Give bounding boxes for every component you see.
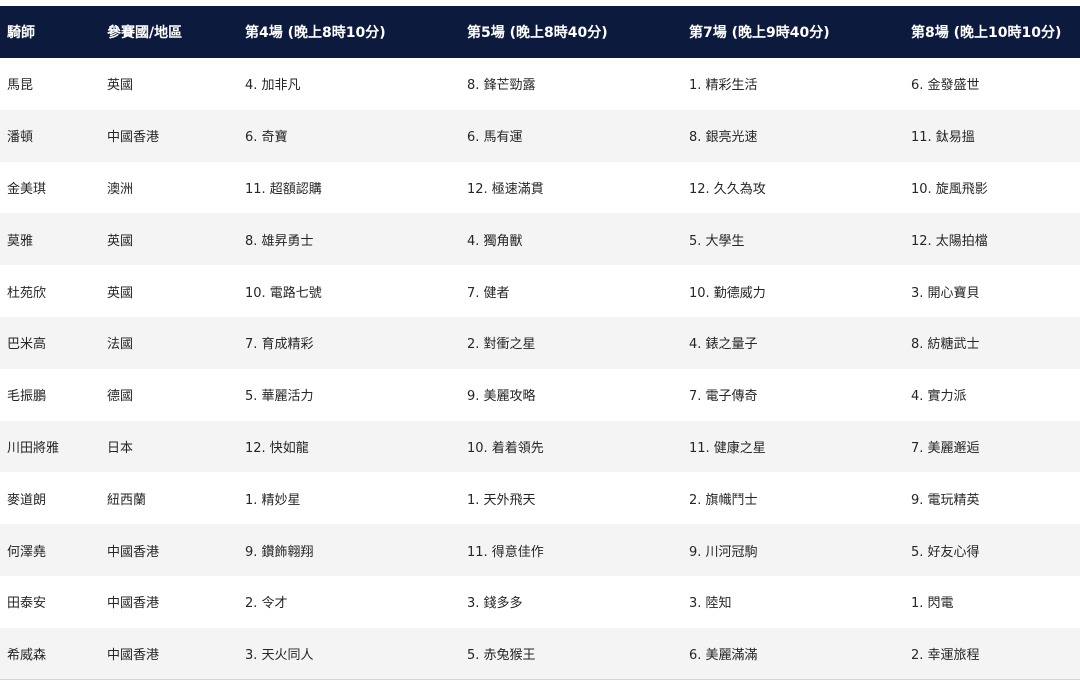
table-row: 川田將雅 日本 12. 快如龍 10. 着着領先 11. 健康之星 7. 美麗邂… <box>0 420 1080 473</box>
cell-race-8: 1. 閃電 <box>911 596 954 612</box>
cell-jockey: 田泰安 <box>7 596 47 612</box>
cell-jockey: 巴米高 <box>7 337 47 353</box>
cell-race-8: 9. 電玩精英 <box>911 492 980 508</box>
header-jockey: 騎師 <box>7 25 35 41</box>
cell-race-8: 4. 實力派 <box>911 389 967 405</box>
cell-race-7: 7. 電子傳奇 <box>689 389 758 405</box>
cell-race-5: 9. 美麗攻略 <box>467 389 536 405</box>
cell-region: 英國 <box>107 78 134 94</box>
cell-race-7: 6. 美麗滿滿 <box>689 648 758 664</box>
cell-race-4: 5. 華麗活力 <box>245 389 314 405</box>
table-header: 騎師 參賽國/地區 第4場 (晚上8時10分) 第5場 (晚上8時40分) 第7… <box>0 6 1080 58</box>
jockey-race-table: 騎師 參賽國/地區 第4場 (晚上8時10分) 第5場 (晚上8時40分) 第7… <box>0 6 1080 680</box>
cell-race-7: 1. 精彩生活 <box>689 78 758 94</box>
cell-race-8: 3. 開心寶貝 <box>911 285 980 301</box>
header-race-7: 第7場 (晚上9時40分) <box>689 25 830 41</box>
table-row: 金美琪 澳洲 11. 超額認購 12. 極速滿貫 12. 久久為攻 10. 旋風… <box>0 161 1080 214</box>
cell-region: 法國 <box>107 337 134 353</box>
cell-race-8: 8. 紡糖武士 <box>911 337 980 353</box>
cell-race-7: 9. 川河冠駒 <box>689 544 758 560</box>
table-bottom-rule <box>0 679 1080 680</box>
table-row: 馬昆 英國 4. 加非凡 8. 鋒芒勁露 1. 精彩生活 6. 金發盛世 <box>0 58 1080 110</box>
cell-region: 中國香港 <box>107 544 160 560</box>
table-row: 麥道朗 紐西蘭 1. 精妙星 1. 天外飛天 2. 旗幟鬥士 9. 電玩精英 <box>0 472 1080 525</box>
header-region: 參賽國/地區 <box>107 25 183 41</box>
cell-region: 英國 <box>107 285 134 301</box>
cell-race-5: 7. 健者 <box>467 285 510 301</box>
cell-jockey: 杜苑欣 <box>7 285 47 301</box>
cell-race-4: 8. 雄昇勇士 <box>245 233 314 249</box>
table-row: 何澤堯 中國香港 9. 鑽飾翱翔 11. 得意佳作 9. 川河冠駒 5. 好友心… <box>0 524 1080 576</box>
jockey-race-table-container: 騎師 參賽國/地區 第4場 (晚上8時10分) 第5場 (晚上8時40分) 第7… <box>0 6 1080 680</box>
cell-jockey: 毛振鵬 <box>7 389 47 405</box>
cell-race-5: 3. 錢多多 <box>467 596 523 612</box>
cell-region: 日本 <box>107 440 134 456</box>
cell-region: 德國 <box>107 389 134 405</box>
cell-race-7: 5. 大學生 <box>689 233 745 249</box>
cell-race-7: 11. 健康之星 <box>689 440 766 456</box>
table-row: 田泰安 中國香港 2. 令才 3. 錢多多 3. 陸知 1. 閃電 <box>0 575 1080 628</box>
cell-region: 中國香港 <box>107 596 160 612</box>
cell-race-4: 9. 鑽飾翱翔 <box>245 544 314 560</box>
cell-region: 英國 <box>107 233 134 249</box>
table-row: 潘頓 中國香港 6. 奇寶 6. 馬有運 8. 銀亮光速 11. 鈦易搵 <box>0 109 1080 162</box>
cell-race-4: 3. 天火同人 <box>245 648 314 664</box>
header-race-5: 第5場 (晚上8時40分) <box>467 25 608 41</box>
cell-region: 澳洲 <box>107 181 134 197</box>
cell-race-7: 10. 勤德威力 <box>689 285 766 301</box>
cell-race-8: 5. 好友心得 <box>911 544 980 560</box>
cell-race-7: 12. 久久為攻 <box>689 181 766 197</box>
cell-race-5: 5. 赤兔猴王 <box>467 648 536 664</box>
table-body: 馬昆 英國 4. 加非凡 8. 鋒芒勁露 1. 精彩生活 6. 金發盛世 潘頓 … <box>0 58 1080 680</box>
table-row: 毛振鵬 德國 5. 華麗活力 9. 美麗攻略 7. 電子傳奇 4. 實力派 <box>0 368 1080 421</box>
cell-race-4: 4. 加非凡 <box>245 78 301 94</box>
cell-jockey: 潘頓 <box>7 130 34 146</box>
table-row: 莫雅 英國 8. 雄昇勇士 4. 獨角獸 5. 大學生 12. 太陽拍檔 <box>0 213 1080 266</box>
cell-jockey: 希威森 <box>7 648 47 664</box>
cell-jockey: 麥道朗 <box>7 492 47 508</box>
cell-race-7: 2. 旗幟鬥士 <box>689 492 758 508</box>
cell-race-4: 12. 快如龍 <box>245 440 309 456</box>
cell-race-4: 1. 精妙星 <box>245 492 301 508</box>
cell-race-8: 6. 金發盛世 <box>911 78 980 94</box>
cell-race-8: 7. 美麗邂逅 <box>911 440 980 456</box>
cell-race-5: 11. 得意佳作 <box>467 544 544 560</box>
cell-race-5: 8. 鋒芒勁露 <box>467 78 536 94</box>
cell-race-4: 2. 令才 <box>245 596 288 612</box>
cell-jockey: 何澤堯 <box>7 544 47 560</box>
cell-race-4: 11. 超額認購 <box>245 181 322 197</box>
header-race-4: 第4場 (晚上8時10分) <box>245 25 386 41</box>
cell-race-8: 2. 幸運旅程 <box>911 648 980 664</box>
cell-region: 紐西蘭 <box>107 492 147 508</box>
header-race-8: 第8場 (晚上10時10分) <box>911 25 1062 41</box>
cell-jockey: 馬昆 <box>7 78 34 94</box>
cell-race-7: 4. 錶之量子 <box>689 337 758 353</box>
cell-race-4: 6. 奇寶 <box>245 130 288 146</box>
cell-race-5: 4. 獨角獸 <box>467 233 523 249</box>
cell-race-5: 12. 極速滿貫 <box>467 181 544 197</box>
cell-race-8: 10. 旋風飛影 <box>911 181 988 197</box>
cell-race-5: 10. 着着領先 <box>467 440 544 456</box>
cell-race-4: 10. 電路七號 <box>245 285 322 301</box>
cell-region: 中國香港 <box>107 648 160 664</box>
cell-jockey: 金美琪 <box>7 181 47 197</box>
cell-race-4: 7. 育成精彩 <box>245 337 314 353</box>
cell-race-5: 2. 對衝之星 <box>467 337 536 353</box>
table-row: 希威森 中國香港 3. 天火同人 5. 赤兔猴王 6. 美麗滿滿 2. 幸運旅程 <box>0 627 1080 680</box>
cell-race-7: 3. 陸知 <box>689 596 732 612</box>
table-row: 杜苑欣 英國 10. 電路七號 7. 健者 10. 勤德威力 3. 開心寶貝 <box>0 265 1080 317</box>
cell-race-7: 8. 銀亮光速 <box>689 130 758 146</box>
cell-race-8: 11. 鈦易搵 <box>911 130 975 146</box>
cell-race-8: 12. 太陽拍檔 <box>911 233 988 249</box>
cell-jockey: 川田將雅 <box>7 440 60 456</box>
table-row: 巴米高 法國 7. 育成精彩 2. 對衝之星 4. 錶之量子 8. 紡糖武士 <box>0 316 1080 369</box>
header-row: 騎師 參賽國/地區 第4場 (晚上8時10分) 第5場 (晚上8時40分) 第7… <box>0 6 1080 58</box>
cell-region: 中國香港 <box>107 130 160 146</box>
cell-race-5: 1. 天外飛天 <box>467 492 536 508</box>
cell-jockey: 莫雅 <box>7 233 34 249</box>
cell-race-5: 6. 馬有運 <box>467 130 523 146</box>
